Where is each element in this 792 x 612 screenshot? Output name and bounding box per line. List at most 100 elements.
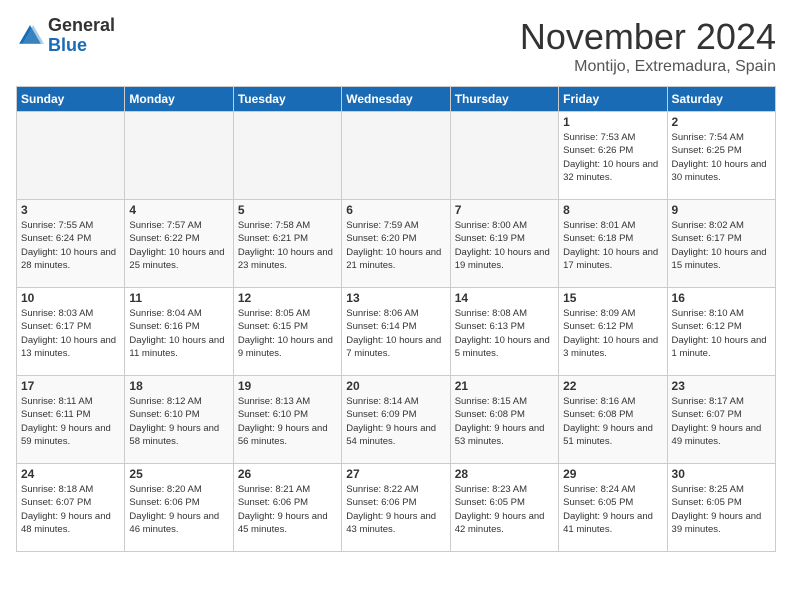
day-number: 28 <box>455 467 554 481</box>
day-info: Sunrise: 8:18 AMSunset: 6:07 PMDaylight:… <box>21 483 120 536</box>
calendar-day-cell: 19 Sunrise: 8:13 AMSunset: 6:10 PMDayligh… <box>233 376 341 464</box>
day-number: 5 <box>238 203 337 217</box>
day-number: 19 <box>238 379 337 393</box>
calendar-day-cell <box>342 112 450 200</box>
day-info: Sunrise: 8:17 AMSunset: 6:07 PMDaylight:… <box>672 395 771 448</box>
calendar-day-cell: 14Sunrise: 8:08 AMSunset: 6:13 PMDayligh… <box>450 288 558 376</box>
calendar-day-cell: 18 Sunrise: 8:12 AMSunset: 6:10 PMDayligh… <box>125 376 233 464</box>
calendar-week-row: 3 Sunrise: 7:55 AMSunset: 6:24 PMDaylight… <box>17 200 776 288</box>
calendar-week-row: 10 Sunrise: 8:03 AMSunset: 6:17 PMDayligh… <box>17 288 776 376</box>
day-info: Sunrise: 8:12 AMSunset: 6:10 PMDaylight:… <box>129 395 228 448</box>
day-info: Sunrise: 8:00 AMSunset: 6:19 PMDaylight:… <box>455 219 554 272</box>
logo-icon <box>16 22 44 50</box>
day-info: Sunrise: 8:10 AMSunset: 6:12 PMDaylight:… <box>672 307 771 360</box>
calendar-day-cell: 30 Sunrise: 8:25 AMSunset: 6:05 PMDayligh… <box>667 464 775 552</box>
day-number: 10 <box>21 291 120 305</box>
day-info: Sunrise: 8:23 AMSunset: 6:05 PMDaylight:… <box>455 483 554 536</box>
day-info: Sunrise: 7:59 AMSunset: 6:20 PMDaylight:… <box>346 219 445 272</box>
calendar-day-cell: 23 Sunrise: 8:17 AMSunset: 6:07 PMDayligh… <box>667 376 775 464</box>
day-number: 9 <box>672 203 771 217</box>
day-info: Sunrise: 7:55 AMSunset: 6:24 PMDaylight:… <box>21 219 120 272</box>
location-title: Montijo, Extremadura, Spain <box>520 58 776 76</box>
calendar-week-row: 1 Sunrise: 7:53 AMSunset: 6:26 PMDaylight… <box>17 112 776 200</box>
weekday-header: Monday <box>125 87 233 112</box>
calendar-day-cell: 25 Sunrise: 8:20 AMSunset: 6:06 PMDayligh… <box>125 464 233 552</box>
day-info: Sunrise: 8:20 AMSunset: 6:06 PMDaylight:… <box>129 483 228 536</box>
day-number: 26 <box>238 467 337 481</box>
day-info: Sunrise: 8:13 AMSunset: 6:10 PMDaylight:… <box>238 395 337 448</box>
calendar-day-cell: 8Sunrise: 8:01 AMSunset: 6:18 PMDaylight… <box>559 200 667 288</box>
calendar-week-row: 24 Sunrise: 8:18 AMSunset: 6:07 PMDayligh… <box>17 464 776 552</box>
day-info: Sunrise: 8:04 AMSunset: 6:16 PMDaylight:… <box>129 307 228 360</box>
day-info: Sunrise: 8:09 AMSunset: 6:12 PMDaylight:… <box>563 307 662 360</box>
calendar-day-cell: 20 Sunrise: 8:14 AMSunset: 6:09 PMDayligh… <box>342 376 450 464</box>
day-number: 27 <box>346 467 445 481</box>
day-number: 29 <box>563 467 662 481</box>
day-number: 20 <box>346 379 445 393</box>
calendar-day-cell: 13Sunrise: 8:06 AMSunset: 6:14 PMDayligh… <box>342 288 450 376</box>
logo-blue: Blue <box>48 35 87 55</box>
day-info: Sunrise: 8:25 AMSunset: 6:05 PMDaylight:… <box>672 483 771 536</box>
day-info: Sunrise: 7:54 AMSunset: 6:25 PMDaylight:… <box>672 131 771 184</box>
logo-text: General Blue <box>48 16 115 56</box>
calendar-day-cell: 5 Sunrise: 7:58 AMSunset: 6:21 PMDaylight… <box>233 200 341 288</box>
day-number: 3 <box>21 203 120 217</box>
logo-general: General <box>48 15 115 35</box>
calendar-day-cell: 4Sunrise: 7:57 AMSunset: 6:22 PMDaylight… <box>125 200 233 288</box>
day-number: 6 <box>346 203 445 217</box>
day-info: Sunrise: 8:15 AMSunset: 6:08 PMDaylight:… <box>455 395 554 448</box>
calendar-day-cell <box>233 112 341 200</box>
day-number: 22 <box>563 379 662 393</box>
day-info: Sunrise: 8:14 AMSunset: 6:09 PMDaylight:… <box>346 395 445 448</box>
weekday-header: Tuesday <box>233 87 341 112</box>
day-info: Sunrise: 8:02 AMSunset: 6:17 PMDaylight:… <box>672 219 771 272</box>
title-block: November 2024 Montijo, Extremadura, Spai… <box>520 16 776 76</box>
calendar-day-cell <box>125 112 233 200</box>
day-number: 4 <box>129 203 228 217</box>
day-info: Sunrise: 8:01 AMSunset: 6:18 PMDaylight:… <box>563 219 662 272</box>
day-info: Sunrise: 7:53 AMSunset: 6:26 PMDaylight:… <box>563 131 662 184</box>
calendar-day-cell: 17Sunrise: 8:11 AMSunset: 6:11 PMDayligh… <box>17 376 125 464</box>
day-number: 21 <box>455 379 554 393</box>
day-number: 25 <box>129 467 228 481</box>
day-number: 1 <box>563 115 662 129</box>
weekday-header: Wednesday <box>342 87 450 112</box>
day-info: Sunrise: 8:24 AMSunset: 6:05 PMDaylight:… <box>563 483 662 536</box>
day-info: Sunrise: 8:21 AMSunset: 6:06 PMDaylight:… <box>238 483 337 536</box>
calendar-day-cell: 22Sunrise: 8:16 AMSunset: 6:08 PMDayligh… <box>559 376 667 464</box>
calendar-table: SundayMondayTuesdayWednesdayThursdayFrid… <box>16 86 776 552</box>
day-number: 13 <box>346 291 445 305</box>
calendar-day-cell: 26 Sunrise: 8:21 AMSunset: 6:06 PMDayligh… <box>233 464 341 552</box>
weekday-header: Friday <box>559 87 667 112</box>
calendar-day-cell: 10 Sunrise: 8:03 AMSunset: 6:17 PMDayligh… <box>17 288 125 376</box>
calendar-day-cell: 1 Sunrise: 7:53 AMSunset: 6:26 PMDaylight… <box>559 112 667 200</box>
calendar-week-row: 17Sunrise: 8:11 AMSunset: 6:11 PMDayligh… <box>17 376 776 464</box>
calendar-day-cell: 27 Sunrise: 8:22 AMSunset: 6:06 PMDayligh… <box>342 464 450 552</box>
calendar-day-cell: 9 Sunrise: 8:02 AMSunset: 6:17 PMDaylight… <box>667 200 775 288</box>
day-info: Sunrise: 8:03 AMSunset: 6:17 PMDaylight:… <box>21 307 120 360</box>
day-number: 30 <box>672 467 771 481</box>
day-number: 24 <box>21 467 120 481</box>
logo: General Blue <box>16 16 115 56</box>
calendar-day-cell: 16 Sunrise: 8:10 AMSunset: 6:12 PMDayligh… <box>667 288 775 376</box>
day-number: 16 <box>672 291 771 305</box>
day-info: Sunrise: 8:05 AMSunset: 6:15 PMDaylight:… <box>238 307 337 360</box>
calendar-day-cell: 7 Sunrise: 8:00 AMSunset: 6:19 PMDaylight… <box>450 200 558 288</box>
day-info: Sunrise: 8:22 AMSunset: 6:06 PMDaylight:… <box>346 483 445 536</box>
calendar-day-cell: 2 Sunrise: 7:54 AMSunset: 6:25 PMDaylight… <box>667 112 775 200</box>
day-number: 14 <box>455 291 554 305</box>
day-number: 23 <box>672 379 771 393</box>
weekday-header: Thursday <box>450 87 558 112</box>
day-number: 17 <box>21 379 120 393</box>
day-info: Sunrise: 7:58 AMSunset: 6:21 PMDaylight:… <box>238 219 337 272</box>
day-number: 15 <box>563 291 662 305</box>
page-header: General Blue November 2024 Montijo, Extr… <box>16 16 776 76</box>
day-number: 7 <box>455 203 554 217</box>
day-number: 18 <box>129 379 228 393</box>
calendar-day-cell: 3 Sunrise: 7:55 AMSunset: 6:24 PMDaylight… <box>17 200 125 288</box>
day-number: 2 <box>672 115 771 129</box>
calendar-day-cell: 6 Sunrise: 7:59 AMSunset: 6:20 PMDaylight… <box>342 200 450 288</box>
month-title: November 2024 <box>520 16 776 58</box>
calendar-day-cell: 12Sunrise: 8:05 AMSunset: 6:15 PMDayligh… <box>233 288 341 376</box>
calendar-day-cell: 28 Sunrise: 8:23 AMSunset: 6:05 PMDayligh… <box>450 464 558 552</box>
